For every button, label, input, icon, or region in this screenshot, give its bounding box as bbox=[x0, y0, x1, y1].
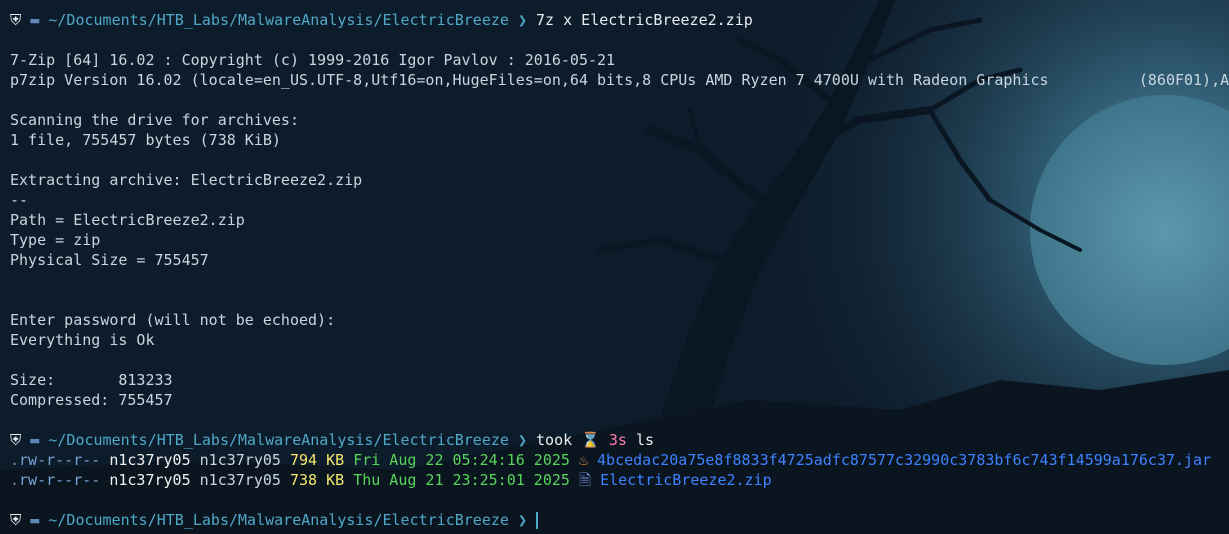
output-line: Type = zip bbox=[10, 231, 101, 249]
hourglass-icon: ⌛ bbox=[581, 431, 600, 449]
owner: n1c37ry05 bbox=[109, 451, 191, 469]
prompt-path: ~/Documents/HTB_Labs/MalwareAnalysis/Ele… bbox=[48, 11, 509, 29]
zip-file-icon: 🗎 bbox=[578, 471, 592, 489]
output-line: Size: 813233 bbox=[10, 371, 173, 389]
output-line: 7-Zip [64] 16.02 : Copyright (c) 1999-20… bbox=[10, 51, 616, 69]
folder-icon: ▬ bbox=[30, 511, 40, 529]
prompt-line: ⛨ ▬ ~/Documents/HTB_Labs/MalwareAnalysis… bbox=[10, 10, 1229, 30]
output-line: Enter password (will not be echoed): bbox=[10, 311, 336, 329]
group: n1c37ry05 bbox=[199, 471, 281, 489]
command-text: 7z x ElectricBreeze2.zip bbox=[536, 11, 753, 29]
output-line: 1 file, 755457 bytes (738 KiB) bbox=[10, 131, 281, 149]
owner: n1c37ry05 bbox=[109, 471, 191, 489]
output-line: Everything is Ok bbox=[10, 331, 155, 349]
output-line: Physical Size = 755457 bbox=[10, 251, 209, 269]
output-line: -- bbox=[10, 191, 29, 209]
permissions: rw-r--r-- bbox=[19, 471, 101, 489]
file-size: 738 KB bbox=[289, 471, 345, 489]
prompt-line: ⛨ ▬ ~/Documents/HTB_Labs/MalwareAnalysis… bbox=[10, 510, 1229, 530]
modified-date: Fri Aug 22 05:24:16 2025 bbox=[353, 451, 570, 469]
file-name[interactable]: ElectricBreeze2.zip bbox=[600, 471, 772, 489]
prompt-path: ~/Documents/HTB_Labs/MalwareAnalysis/Ele… bbox=[48, 511, 509, 529]
prompt-path: ~/Documents/HTB_Labs/MalwareAnalysis/Ele… bbox=[48, 431, 509, 449]
took-label: took bbox=[536, 431, 573, 449]
folder-icon: ▬ bbox=[30, 11, 40, 29]
shield-icon: ⛨ bbox=[10, 511, 22, 529]
perm-dot: . bbox=[10, 451, 20, 469]
modified-date: Thu Aug 21 23:25:01 2025 bbox=[353, 471, 570, 489]
prompt-chevron-icon: ❯ bbox=[517, 11, 527, 29]
shield-icon: ⛨ bbox=[10, 431, 22, 449]
command-text: ls bbox=[636, 431, 655, 449]
folder-icon: ▬ bbox=[30, 431, 40, 449]
duration: 3s bbox=[608, 431, 627, 449]
output-line: Scanning the drive for archives: bbox=[10, 111, 299, 129]
output-line: Path = ElectricBreeze2.zip bbox=[10, 211, 245, 229]
prompt-chevron-icon: ❯ bbox=[517, 511, 527, 529]
perm-dot: . bbox=[10, 471, 20, 489]
java-icon: ♨ bbox=[578, 451, 588, 469]
file-size: 794 KB bbox=[289, 451, 345, 469]
shield-icon: ⛨ bbox=[10, 11, 22, 29]
listing-row: .rw-r--r-- n1c37ry05 n1c37ry05 794 KB Fr… bbox=[10, 450, 1229, 470]
output-line: p7zip Version 16.02 (locale=en_US.UTF-8,… bbox=[10, 71, 1229, 89]
permissions: rw-r--r-- bbox=[19, 451, 101, 469]
group: n1c37ry05 bbox=[199, 451, 281, 469]
listing-row: .rw-r--r-- n1c37ry05 n1c37ry05 738 KB Th… bbox=[10, 470, 1229, 490]
terminal-output: ⛨ ▬ ~/Documents/HTB_Labs/MalwareAnalysis… bbox=[10, 10, 1229, 530]
output-line: Compressed: 755457 bbox=[10, 391, 173, 409]
output-line: Extracting archive: ElectricBreeze2.zip bbox=[10, 171, 363, 189]
prompt-chevron-icon: ❯ bbox=[517, 431, 527, 449]
file-name[interactable]: 4bcedac20a75e8f8833f4725adfc87577c32990c… bbox=[597, 451, 1211, 469]
text-cursor[interactable] bbox=[536, 512, 539, 529]
prompt-line: ⛨ ▬ ~/Documents/HTB_Labs/MalwareAnalysis… bbox=[10, 430, 1229, 450]
